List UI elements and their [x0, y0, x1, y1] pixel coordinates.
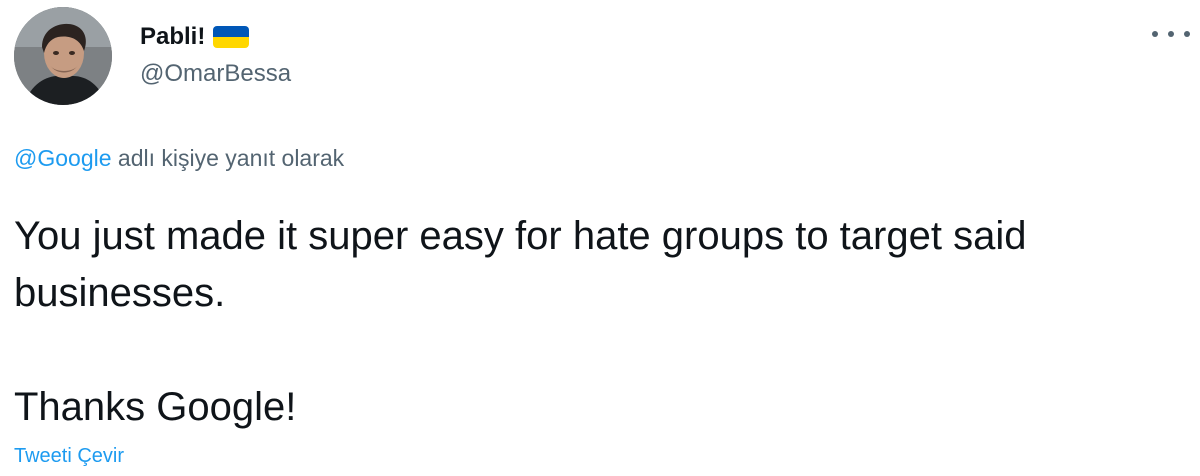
- flag-blue-stripe: [213, 26, 250, 37]
- user-name-row: Pabli!: [140, 22, 250, 52]
- more-dot: [1184, 31, 1190, 37]
- reply-mention-link[interactable]: @Google: [14, 145, 112, 171]
- more-dot: [1168, 31, 1174, 37]
- more-dot: [1152, 31, 1158, 37]
- flag-yellow-stripe: [213, 37, 250, 48]
- tweet-text-spacer: [14, 322, 1164, 379]
- more-options-icon[interactable]: [1152, 24, 1190, 44]
- ukraine-flag-icon: [213, 26, 250, 48]
- tweet-text: You just made it super easy for hate gro…: [14, 208, 1164, 436]
- translate-tweet-link[interactable]: Tweeti Çevir: [14, 445, 124, 468]
- tweet-text-line: Thanks Google!: [14, 385, 297, 429]
- avatar-photo: [14, 7, 112, 105]
- tweet-text-line: You just made it super easy for hate gro…: [14, 214, 1027, 315]
- reply-context: @Google adlı kişiye yanıt olarak: [14, 145, 344, 172]
- avatar[interactable]: [14, 7, 112, 105]
- display-name[interactable]: Pabli!: [140, 23, 205, 51]
- reply-context-text: adlı kişiye yanıt olarak: [111, 145, 345, 171]
- user-handle[interactable]: @OmarBessa: [140, 60, 291, 88]
- tweet-card: Pabli! @OmarBessa @Google adlı kişiye ya…: [0, 0, 1200, 476]
